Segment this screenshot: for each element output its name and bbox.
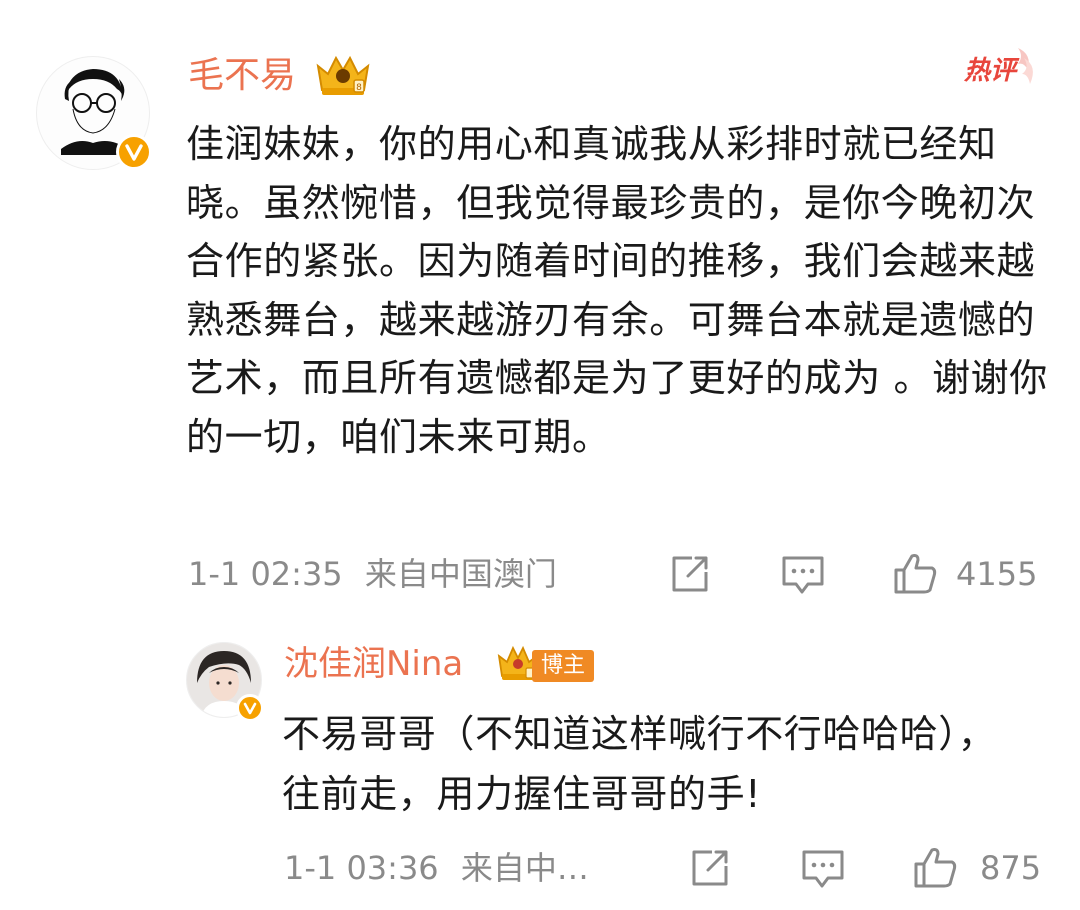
host-tag: 博主 bbox=[532, 650, 594, 682]
main-comment-meta: 1-1 02:35 来自中国澳门 bbox=[188, 552, 557, 596]
reply-comment-reply-button[interactable] bbox=[800, 846, 846, 890]
reply-comment-avatar[interactable] bbox=[186, 642, 264, 722]
main-comment-text: 佳润妹妹，你的用心和真诚我从彩排时就已经知晓。虽然惋惜，但我觉得最珍贵的，是你今… bbox=[186, 122, 1048, 459]
main-comment: 毛不易 8 热评 佳润妹妹，你的用心和真诚我从彩排时就已经知晓。虽然惋惜，但我觉… bbox=[0, 0, 1080, 610]
reply-comment-location: 来自中… bbox=[460, 849, 589, 887]
main-comment-reply-button[interactable] bbox=[780, 552, 826, 596]
reply-comment: 沈佳润Nina 博主 不易哥哥（不知道这样喊行不行哈哈哈），往前走，用力握住哥哥… bbox=[0, 610, 1080, 910]
main-comment-location: 来自中国澳门 bbox=[364, 555, 557, 593]
hot-comment-label: 热评 bbox=[964, 56, 1017, 86]
main-comment-share-button[interactable] bbox=[668, 552, 712, 596]
main-comment-avatar[interactable] bbox=[36, 56, 152, 170]
svg-text:8: 8 bbox=[356, 83, 362, 93]
main-comment-timestamp: 1-1 02:35 bbox=[188, 555, 343, 593]
reply-comment-meta: 1-1 03:36 来自中… bbox=[284, 846, 589, 890]
reply-comment-timestamp: 1-1 03:36 bbox=[284, 849, 439, 887]
verified-v-icon bbox=[236, 694, 264, 722]
main-comment-like-count: 4155 bbox=[956, 555, 1038, 593]
main-comment-like-button[interactable] bbox=[892, 550, 938, 596]
reply-comment-like-button[interactable] bbox=[912, 844, 958, 890]
crown-badge-icon[interactable]: 8 bbox=[314, 52, 372, 98]
hot-comment-badge: 热评 bbox=[958, 44, 1040, 96]
share-icon bbox=[692, 850, 728, 886]
reply-comment-username[interactable]: 沈佳润Nina bbox=[284, 642, 463, 686]
share-icon bbox=[672, 556, 708, 592]
reply-comment-share-button[interactable] bbox=[688, 846, 732, 890]
reply-icon bbox=[802, 850, 844, 888]
verified-v-icon bbox=[116, 134, 152, 170]
reply-comment-like-count: 875 bbox=[980, 849, 1042, 887]
like-icon bbox=[894, 554, 937, 594]
like-icon bbox=[914, 848, 957, 888]
reply-icon bbox=[782, 556, 824, 594]
reply-comment-text: 不易哥哥（不知道这样喊行不行哈哈哈），往前走，用力握住哥哥的手! bbox=[282, 712, 997, 816]
main-comment-username[interactable]: 毛不易 bbox=[188, 54, 296, 98]
